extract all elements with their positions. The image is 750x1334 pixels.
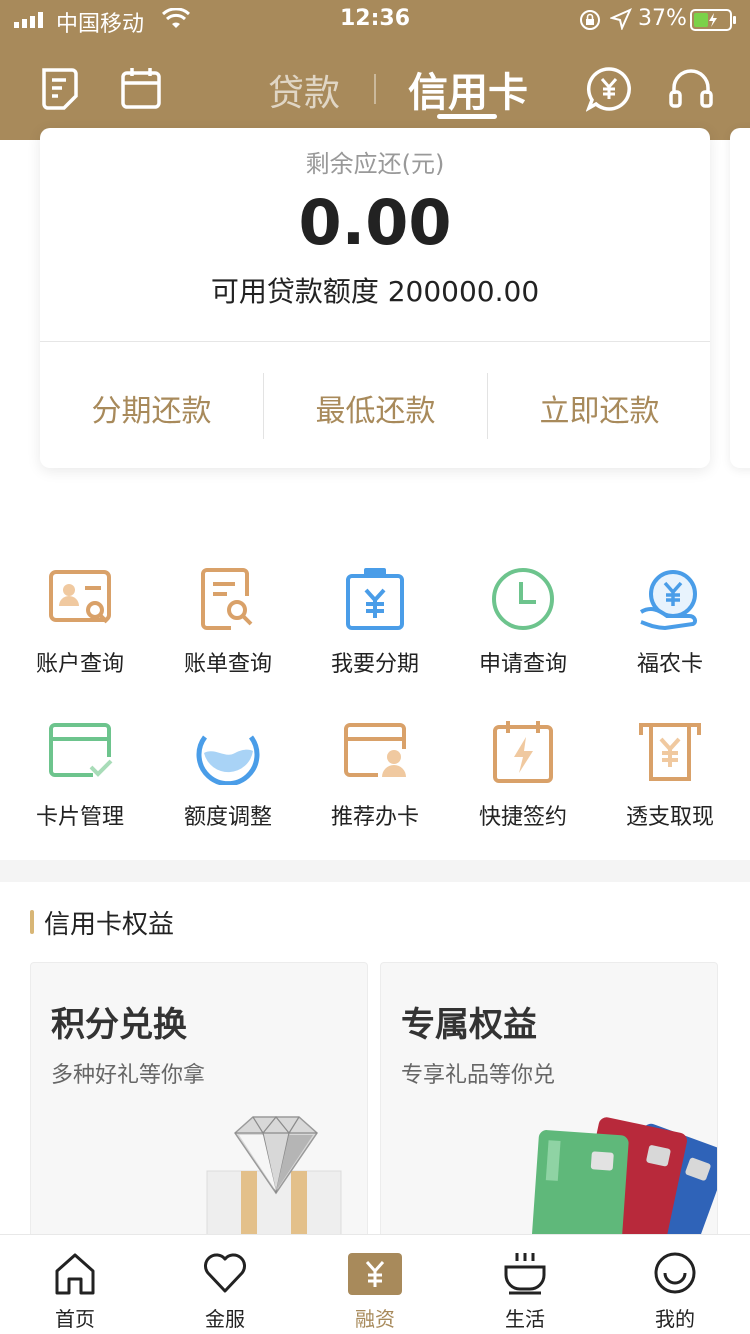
service-recommend-card[interactable]: 推荐办卡 bbox=[300, 719, 450, 839]
tabbar-item-finance[interactable]: 金服 bbox=[150, 1235, 300, 1334]
service-label: 福农卡 bbox=[636, 652, 703, 677]
battery-icon bbox=[690, 9, 736, 31]
benefits-section: 信用卡权益 积分兑换 多种好礼等你拿 专属权益 专享礼品等你兑 bbox=[0, 882, 750, 1262]
service-label: 申请查询 bbox=[478, 652, 567, 677]
heart-icon bbox=[204, 1253, 246, 1293]
section-accent-bar bbox=[30, 910, 34, 934]
service-cash-withdraw[interactable]: 透支取现 bbox=[595, 719, 745, 839]
bill-query-icon bbox=[201, 568, 253, 630]
tabbar-item-financing[interactable]: 融资 bbox=[300, 1235, 450, 1334]
installment-repay-button[interactable]: 分期还款 bbox=[40, 386, 263, 430]
service-limit-adjust[interactable]: 额度调整 bbox=[153, 719, 303, 839]
header: 贷款 信用卡 bbox=[0, 40, 750, 140]
service-installment[interactable]: 我要分期 bbox=[300, 566, 450, 686]
repayment-summary-card: 剩余应还(元) 0.00 可用贷款额度 200000.00 分期还款 最低还款 … bbox=[40, 128, 710, 468]
home-icon bbox=[55, 1253, 95, 1295]
service-label: 我要分期 bbox=[330, 652, 419, 677]
quick-sign-icon bbox=[493, 721, 553, 783]
tabbar-label: 我的 bbox=[655, 1307, 695, 1331]
remaining-due-amount: 0.00 bbox=[298, 186, 452, 259]
tab-loan[interactable]: 贷款 bbox=[268, 64, 340, 116]
immediate-repay-button[interactable]: 立即还款 bbox=[488, 386, 711, 430]
benefit-title: 积分兑换 bbox=[51, 1005, 187, 1045]
exclusive-benefits-card[interactable]: 专属权益 专享礼品等你兑 bbox=[380, 962, 718, 1262]
points-exchange-card[interactable]: 积分兑换 多种好礼等你拿 bbox=[30, 962, 368, 1262]
available-credit: 可用贷款额度 200000.00 bbox=[210, 275, 540, 308]
remaining-due-label: 剩余应还(元) bbox=[305, 150, 445, 178]
recommend-card-icon bbox=[344, 723, 406, 777]
yuan-hand-icon bbox=[639, 570, 698, 631]
yuan-box-icon bbox=[348, 1253, 402, 1295]
service-label: 账单查询 bbox=[183, 652, 272, 677]
battery-percent: 37% bbox=[638, 6, 687, 31]
service-label: 推荐办卡 bbox=[330, 805, 419, 830]
service-label: 账户查询 bbox=[35, 652, 124, 677]
service-label: 额度调整 bbox=[183, 805, 272, 830]
clock-icon bbox=[492, 568, 554, 630]
headset-icon[interactable] bbox=[668, 66, 714, 112]
location-icon bbox=[610, 8, 632, 30]
benefit-title: 专属权益 bbox=[401, 1005, 537, 1045]
tab-active-indicator bbox=[437, 114, 497, 119]
tabbar-item-home[interactable]: 首页 bbox=[0, 1235, 150, 1334]
card-divider bbox=[40, 341, 710, 342]
yuan-chat-icon[interactable] bbox=[586, 66, 632, 112]
orientation-lock-icon bbox=[580, 10, 600, 30]
cash-withdraw-icon bbox=[639, 723, 701, 781]
card-manage-icon bbox=[49, 723, 113, 777]
service-funong-card[interactable]: 福农卡 bbox=[595, 566, 745, 686]
tabbar-label: 首页 bbox=[55, 1307, 95, 1331]
tab-divider bbox=[374, 74, 376, 104]
credit-cards-image bbox=[531, 1117, 717, 1253]
account-query-icon bbox=[49, 570, 111, 624]
installment-icon bbox=[346, 568, 404, 630]
tabbar-label: 生活 bbox=[505, 1307, 545, 1331]
next-card-peek[interactable] bbox=[730, 128, 750, 468]
status-bar: 中国移动 12:36 37% bbox=[0, 0, 750, 40]
tab-credit-card[interactable]: 信用卡 bbox=[408, 60, 528, 118]
diamond-gift-image bbox=[206, 1116, 342, 1243]
smile-icon bbox=[654, 1252, 696, 1294]
tabbar-item-life[interactable]: 生活 bbox=[450, 1235, 600, 1334]
service-quick-sign[interactable]: 快捷签约 bbox=[448, 719, 598, 839]
tabbar-label: 金服 bbox=[205, 1307, 245, 1331]
tabbar-item-mine[interactable]: 我的 bbox=[600, 1235, 750, 1334]
service-application-query[interactable]: 申请查询 bbox=[448, 566, 598, 686]
minimum-repay-button[interactable]: 最低还款 bbox=[264, 386, 487, 430]
document-icon[interactable] bbox=[40, 66, 80, 110]
service-bill-query[interactable]: 账单查询 bbox=[153, 566, 303, 686]
tabbar-label: 融资 bbox=[355, 1307, 395, 1331]
section-title: 信用卡权益 bbox=[44, 910, 175, 940]
benefit-subtitle: 多种好礼等你拿 bbox=[51, 1063, 206, 1088]
service-label: 透支取现 bbox=[625, 805, 714, 830]
service-account-query[interactable]: 账户查询 bbox=[5, 566, 155, 686]
calendar-icon[interactable] bbox=[120, 66, 162, 110]
limit-adjust-icon bbox=[196, 735, 260, 785]
service-label: 卡片管理 bbox=[35, 805, 124, 830]
bottom-tab-bar: 首页 金服 融资 生活 我的 bbox=[0, 1234, 750, 1334]
service-label: 快捷签约 bbox=[478, 805, 567, 830]
benefit-subtitle: 专享礼品等你兑 bbox=[401, 1063, 556, 1088]
service-card-management[interactable]: 卡片管理 bbox=[5, 719, 155, 839]
cup-icon bbox=[504, 1253, 546, 1295]
